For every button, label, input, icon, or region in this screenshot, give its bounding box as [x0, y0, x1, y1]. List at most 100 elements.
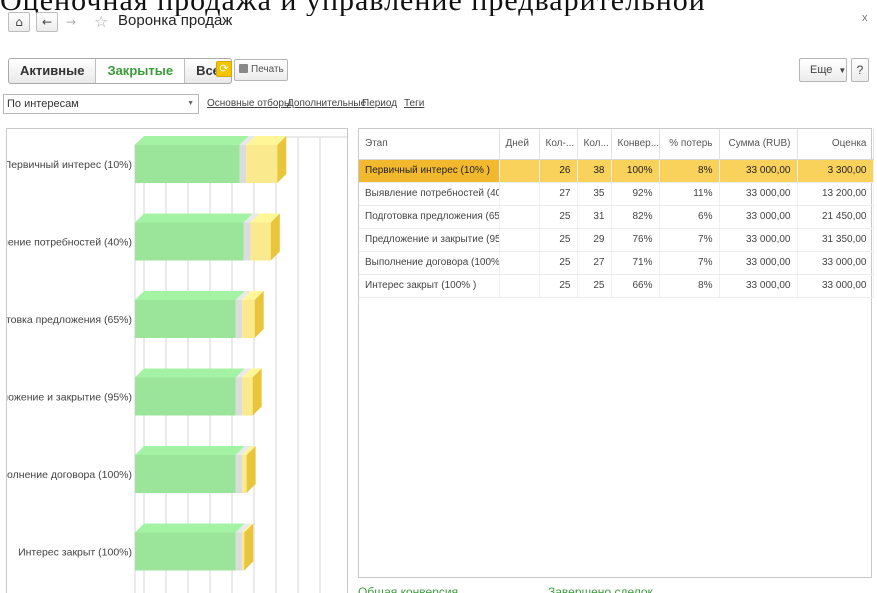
- funnel-chart-svg: Первичный интерес (10%) Выявление потребн…: [7, 136, 347, 593]
- category-label: Подготовка предложения (65%): [7, 314, 132, 326]
- table-cell: 33 000,00: [719, 205, 798, 229]
- table-row[interactable]: Интерес закрыт (100% ) 25 25 66% 8% 33 000,00…: [359, 274, 874, 298]
- bar-segment-0: [135, 222, 244, 261]
- table-cell: [499, 205, 540, 229]
- table-cell: 7%: [659, 228, 720, 252]
- table-cell: [499, 182, 540, 206]
- printer-icon: [239, 64, 248, 73]
- bar-top-0: [135, 213, 253, 223]
- table-cell: 25: [539, 274, 578, 298]
- table-cell: Предложение и закрытие (95% ): [359, 228, 500, 252]
- bar-segment-2: [242, 300, 255, 338]
- bar-top-0: [135, 368, 245, 378]
- bar-segment-1: [235, 377, 243, 416]
- grouping-value: По интересам: [7, 98, 79, 110]
- table-cell: 21 450,00: [797, 205, 874, 229]
- col-days[interactable]: Дней: [499, 129, 540, 160]
- col-count-2[interactable]: Кол...: [577, 129, 612, 160]
- star-icon[interactable]: ☆: [94, 12, 108, 31]
- table-cell: Выявление потребностей (40...: [359, 182, 500, 206]
- category-label: Выявление потребностей (40%): [7, 237, 132, 249]
- funnel-table: Этап Дней Кол-... Кол... Конвер... % пот…: [358, 128, 874, 578]
- table-row[interactable]: Выполнение договора (100% ) 25 27 71% 7% 33 0…: [359, 251, 874, 275]
- table-cell: 6%: [659, 205, 720, 229]
- table-cell: 29: [577, 228, 612, 252]
- table-row[interactable]: Первичный интерес (10% ) 26 38 100% 8% 33 000…: [359, 159, 874, 183]
- table-cell: 92%: [611, 182, 660, 206]
- category-label: Предложение и закрытие (95%): [7, 392, 132, 404]
- refresh-icon[interactable]: ⟳: [216, 61, 232, 77]
- grouping-select[interactable]: По интересам ▼: [3, 94, 199, 114]
- tab-closed[interactable]: Закрытые: [96, 59, 186, 83]
- table-cell: 25: [577, 274, 612, 298]
- bar-segment-1: [235, 300, 243, 338]
- bar-segment-2: [242, 455, 247, 493]
- chevron-down-icon: ▼: [187, 100, 194, 107]
- table-cell: 8%: [659, 159, 720, 183]
- table-row[interactable]: Выявление потребностей (40... 27 35 92% 11% 3…: [359, 182, 874, 206]
- col-sum[interactable]: Сумма (RUB): [719, 129, 798, 160]
- funnel-chart: Первичный интерес (10%) Выявление потребн…: [6, 128, 348, 593]
- table-cell: 66%: [611, 274, 660, 298]
- bar-segment-0: [135, 377, 236, 416]
- toolbar: Активные Закрытые Все ⟳ Печать Еще ▼ ?: [0, 58, 877, 86]
- bar-top-0: [135, 291, 245, 300]
- table-cell: 33 000,00: [797, 274, 874, 298]
- table-row[interactable]: Подготовка предложения (65% ) 253182%6%33…: [359, 205, 874, 229]
- table-cell: [499, 159, 540, 183]
- more-label: Еще: [810, 64, 833, 76]
- help-button[interactable]: ?: [851, 58, 869, 82]
- bar-top-0: [135, 136, 249, 145]
- more-button[interactable]: Еще ▼: [799, 58, 847, 82]
- filter-row: По интересам ▼ Основные отборы Дополните…: [0, 94, 877, 116]
- table-cell: 76%: [611, 228, 660, 252]
- window-titlebar: ⌂ ← → ☆ Воронка продаж x: [0, 6, 877, 34]
- table-cell: 27: [539, 182, 578, 206]
- link-additional-filters[interactable]: Дополнительные: [287, 98, 366, 109]
- table-cell: 8%: [659, 274, 720, 298]
- category-label: Первичный интерес (10%): [7, 159, 132, 171]
- bar-segment-0: [135, 300, 236, 338]
- bar-top-0: [135, 446, 245, 455]
- table-cell: 38: [577, 159, 612, 183]
- bar-segment-2: [242, 377, 253, 416]
- print-button[interactable]: Печать: [234, 59, 288, 81]
- table-cell: Подготовка предложения (65% ): [359, 205, 500, 229]
- home-icon[interactable]: ⌂: [8, 12, 30, 32]
- total-conversion-label: Общая конверсия: [358, 585, 459, 593]
- link-period[interactable]: Период: [362, 98, 397, 109]
- table-cell: Первичный интерес (10% ): [359, 159, 500, 183]
- table-cell: Интерес закрыт (100% ): [359, 274, 500, 298]
- page-title: Воронка продаж: [118, 12, 233, 29]
- table-cell: 82%: [611, 205, 660, 229]
- table-cell: 33 000,00: [719, 251, 798, 275]
- bar-segment-2: [242, 532, 245, 571]
- col-estimate[interactable]: Оценка: [797, 129, 874, 160]
- category-label: Выполнение договора (100%): [7, 469, 132, 481]
- table-cell: 25: [539, 205, 578, 229]
- table-cell: 7%: [659, 251, 720, 275]
- bar-segment-1: [235, 455, 243, 493]
- close-icon[interactable]: x: [862, 12, 868, 24]
- tab-active[interactable]: Активные: [9, 59, 97, 83]
- col-count-1[interactable]: Кол-...: [539, 129, 578, 160]
- forward-arrow-icon[interactable]: →: [60, 12, 82, 32]
- table-cell: 11%: [659, 182, 720, 206]
- table-cell: 33 000,00: [797, 251, 874, 275]
- col-conversion[interactable]: Конвер...: [611, 129, 660, 160]
- table-cell: 100%: [611, 159, 660, 183]
- table-cell: 33 000,00: [719, 228, 798, 252]
- table-cell: Выполнение договора (100% ): [359, 251, 500, 275]
- chevron-down-icon: ▼: [838, 66, 847, 75]
- bar-segment-2: [250, 222, 271, 261]
- bar-segment-2: [246, 145, 278, 183]
- table-cell: [499, 228, 540, 252]
- link-tags[interactable]: Теги: [404, 98, 424, 109]
- table-row[interactable]: Предложение и закрытие (95% ) 252976%7%33…: [359, 228, 874, 252]
- table-cell: 33 000,00: [719, 182, 798, 206]
- status-tabs: Активные Закрытые Все: [8, 58, 232, 84]
- link-main-filters[interactable]: Основные отборы: [207, 98, 291, 109]
- back-arrow-icon[interactable]: ←: [36, 12, 58, 32]
- col-stage[interactable]: Этап: [359, 129, 500, 160]
- col-loss[interactable]: % потерь: [659, 129, 720, 160]
